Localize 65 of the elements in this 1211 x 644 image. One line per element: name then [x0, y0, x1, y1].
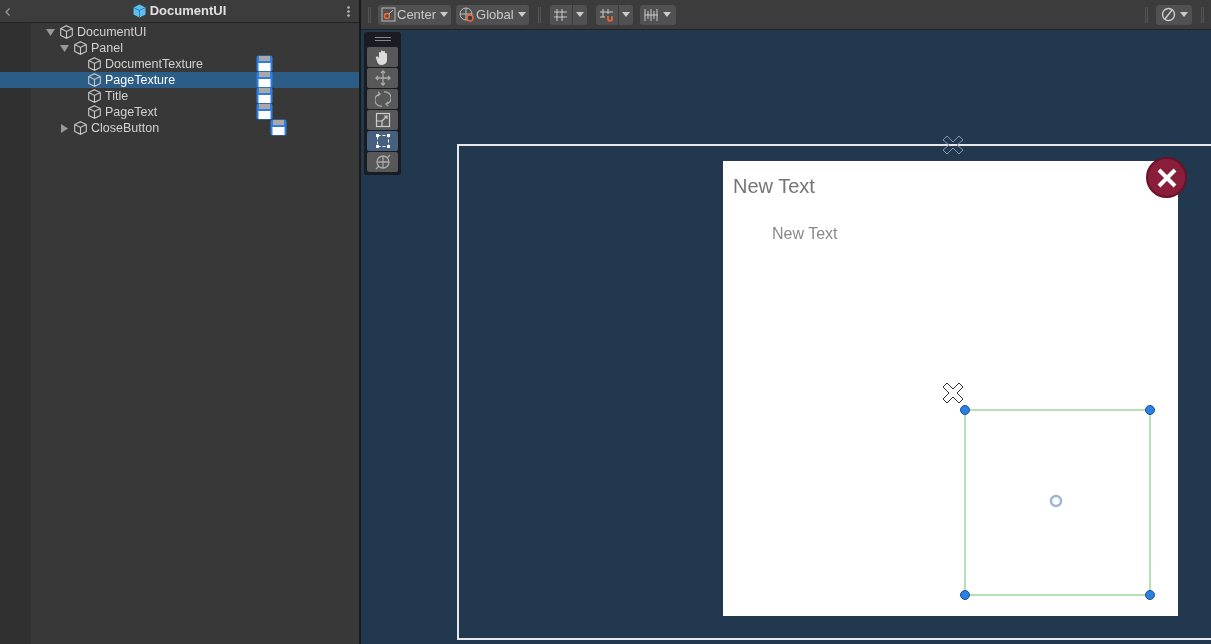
- item-label: Title: [105, 88, 129, 104]
- hierarchy-item[interactable]: DocumentTexture: [0, 56, 359, 72]
- scale-icon: [374, 112, 391, 128]
- item-label: DocumentUI: [77, 24, 147, 40]
- anchor-icon: [941, 381, 965, 405]
- drag-handle-icon[interactable]: [374, 37, 391, 41]
- hierarchy-item[interactable]: CloseButton: [0, 120, 359, 136]
- tool-button[interactable]: [367, 89, 398, 109]
- item-label: CloseButton: [91, 120, 160, 136]
- page-text: New Text: [772, 224, 838, 244]
- tool-button[interactable]: [367, 47, 398, 67]
- caret-icon: [517, 12, 526, 17]
- caret-icon: [575, 12, 584, 17]
- hierarchy-item[interactable]: DocumentUI: [0, 24, 359, 40]
- expanded-arrow-icon[interactable]: [60, 44, 69, 53]
- tool-button[interactable]: [367, 131, 398, 151]
- cube-icon: [74, 41, 87, 55]
- caret-icon: [621, 12, 630, 17]
- hierarchy-item[interactable]: PageTexture: [0, 72, 359, 88]
- dropdown-button[interactable]: [618, 4, 633, 25]
- cube-icon: [132, 4, 146, 18]
- space-dropdown[interactable]: Global: [456, 4, 529, 25]
- move-arrows-icon: [374, 70, 391, 86]
- title-text: New Text: [733, 174, 815, 199]
- cube-icon: [88, 89, 101, 103]
- gizmo-icon: [1160, 7, 1176, 22]
- expanded-arrow-icon[interactable]: [46, 28, 55, 37]
- globe-icon: [459, 6, 476, 23]
- dropdown-button[interactable]: [572, 4, 587, 25]
- rect-tool-icon: [374, 133, 391, 149]
- caret-icon: [1179, 12, 1188, 17]
- cube-icon: [88, 73, 101, 87]
- tool-button[interactable]: [367, 68, 398, 88]
- gizmos-dropdown[interactable]: [1156, 4, 1192, 25]
- caret-icon: [663, 12, 672, 17]
- hierarchy-item[interactable]: Panel: [0, 40, 359, 56]
- item-label: PageTexture: [105, 72, 176, 88]
- cube-icon: [74, 121, 87, 135]
- anchor-icon: [941, 134, 965, 156]
- grid-icon: [553, 7, 569, 22]
- caret-icon: [440, 12, 449, 17]
- tool-button[interactable]: [367, 110, 398, 130]
- pivot-icon: [381, 7, 396, 22]
- item-label: DocumentTexture: [105, 56, 203, 72]
- grid-magnet-icon: [599, 7, 615, 22]
- grid-toggle-button[interactable]: [549, 4, 572, 25]
- hierarchy-item[interactable]: PageText: [0, 104, 359, 120]
- scene-title: DocumentUI: [149, 2, 227, 21]
- close-icon: [1155, 166, 1178, 189]
- collapsed-arrow-icon[interactable]: [60, 124, 69, 133]
- cube-icon: [88, 105, 101, 119]
- increment-snap-dropdown[interactable]: [639, 4, 676, 25]
- pivot-dropdown[interactable]: Center: [378, 4, 452, 25]
- grid-snap-button[interactable]: [595, 4, 618, 25]
- tool-button[interactable]: [367, 152, 398, 172]
- ruler-ticks-icon: [644, 7, 660, 22]
- transform-icon: [374, 154, 391, 170]
- more-menu-icon[interactable]: [347, 6, 350, 17]
- rotate-icon: [374, 91, 391, 107]
- hierarchy-item[interactable]: Title: [0, 88, 359, 104]
- item-label: PageText: [105, 104, 158, 120]
- close-button[interactable]: [1146, 157, 1187, 198]
- cube-icon: [60, 25, 73, 39]
- item-label: Panel: [91, 40, 123, 56]
- cube-icon: [88, 57, 101, 71]
